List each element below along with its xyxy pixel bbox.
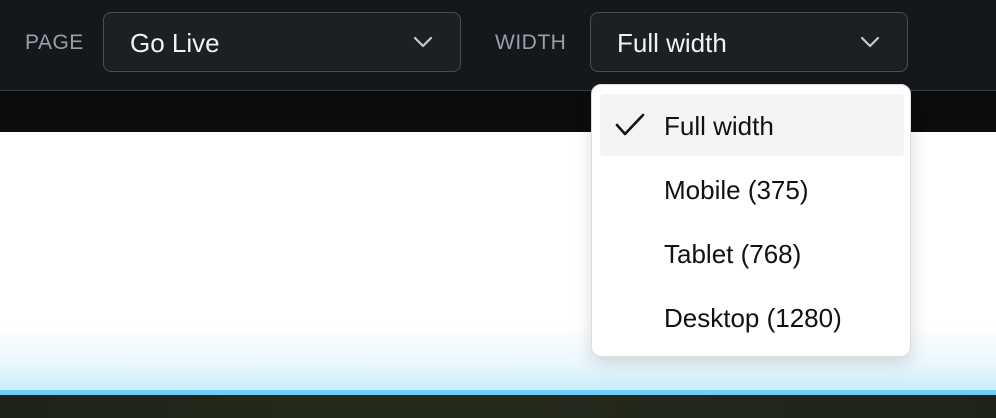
page-select[interactable]: Go Live xyxy=(103,12,461,72)
width-option-label: Mobile (375) xyxy=(664,175,809,205)
canvas-hero-section xyxy=(0,395,996,418)
app-root: PAGE Go Live WIDTH Full width Full width… xyxy=(0,0,996,418)
width-option-label: Tablet (768) xyxy=(664,239,802,269)
width-option-tablet[interactable]: Tablet (768) xyxy=(600,222,904,284)
width-label: WIDTH xyxy=(495,31,567,54)
page-label: PAGE xyxy=(25,31,84,54)
preview-toolbar: PAGE Go Live WIDTH Full width xyxy=(0,0,996,91)
page-select-value: Go Live xyxy=(130,28,220,58)
chevron-down-icon xyxy=(860,36,880,48)
width-select[interactable]: Full width xyxy=(590,12,908,72)
width-dropdown-menu: Full width Mobile (375) Tablet (768) Des… xyxy=(591,84,911,357)
width-option-mobile[interactable]: Mobile (375) xyxy=(600,158,904,220)
chevron-down-icon xyxy=(413,36,433,48)
width-option-desktop[interactable]: Desktop (1280) xyxy=(600,286,904,348)
width-option-label: Desktop (1280) xyxy=(664,303,842,333)
width-option-full-width[interactable]: Full width xyxy=(600,94,904,156)
width-select-value: Full width xyxy=(617,28,727,58)
check-icon xyxy=(615,113,645,136)
width-option-label: Full width xyxy=(664,111,774,141)
